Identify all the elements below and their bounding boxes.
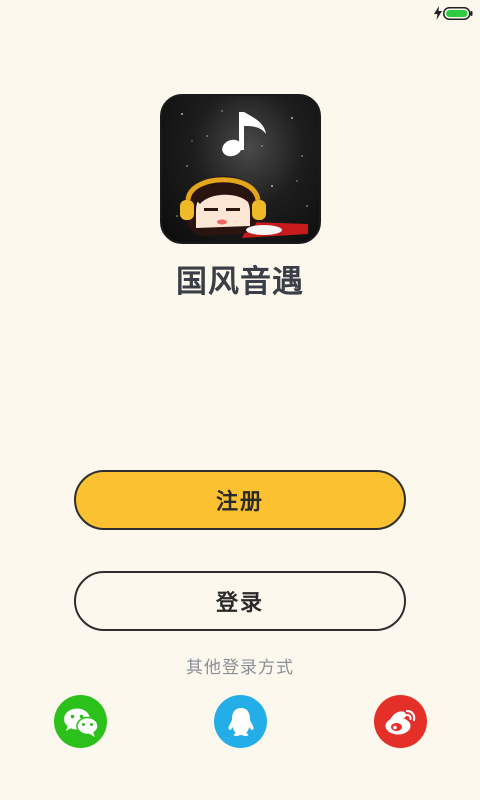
- girl-with-headphones-illustration: [180, 176, 308, 238]
- login-button[interactable]: 登录: [74, 571, 406, 631]
- register-button-label: 注册: [215, 490, 264, 515]
- music-note-icon: [222, 112, 266, 157]
- status-bar: [0, 0, 480, 26]
- other-login-label: 其他登录方式: [186, 658, 294, 678]
- wechat-login-button[interactable]: [54, 695, 107, 748]
- login-button-label: 登录: [215, 591, 264, 616]
- weibo-icon: [385, 709, 415, 734]
- charging-icon: [434, 6, 442, 20]
- register-button[interactable]: 注册: [74, 470, 406, 530]
- weibo-login-button[interactable]: [374, 695, 427, 748]
- app-logo: [160, 94, 321, 244]
- qq-icon: [228, 707, 253, 736]
- app-name: 国风音遇: [176, 264, 304, 300]
- qq-login-button[interactable]: [214, 695, 267, 748]
- battery-icon: [443, 7, 473, 20]
- wechat-icon: [63, 708, 99, 737]
